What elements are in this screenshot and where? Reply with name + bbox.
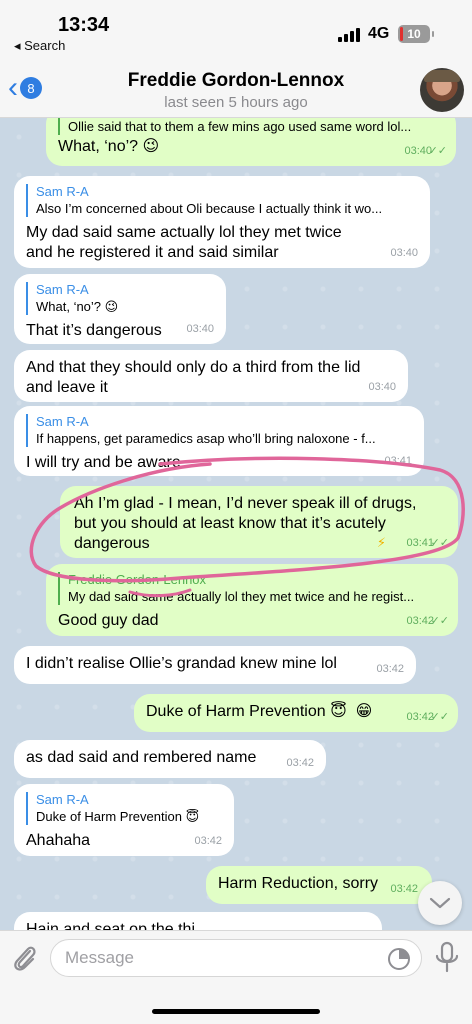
- reply-quote[interactable]: Freddie Gordon-Lennox My dad said same a…: [58, 572, 446, 605]
- message-text: What, ‘no’? 😉: [58, 138, 160, 155]
- reply-quote[interactable]: Ollie said that to them a few mins ago u…: [58, 118, 444, 135]
- reply-author: Sam R-A: [36, 282, 89, 297]
- message-bubble-out[interactable]: Harm Reduction, sorry 03:42: [206, 866, 432, 904]
- reply-author: Sam R-A: [36, 792, 89, 807]
- message-bubble-in[interactable]: Sam R-A If happens, get paramedics asap …: [14, 406, 424, 476]
- status-time: 13:34: [58, 14, 110, 36]
- message-bubble-in[interactable]: And that they should only do a third fro…: [14, 350, 408, 402]
- network-type: 4G: [368, 25, 390, 42]
- message-bubble-out[interactable]: Ah I’m glad - I mean, I’d never speak il…: [60, 486, 458, 558]
- double-check-icon: ✓✓: [428, 145, 447, 157]
- reply-quote[interactable]: Sam R-A Duke of Harm Prevention 😇: [26, 792, 222, 825]
- reply-author: Freddie Gordon-Lennox: [68, 572, 207, 587]
- message-bubble-in[interactable]: Sam R-A What, ‘no’? 😉 That it’s dangerou…: [14, 274, 226, 344]
- status-bar: 13:34 ◂ Search 4G 10: [0, 0, 472, 60]
- message-input[interactable]: [65, 940, 365, 976]
- home-indicator: [152, 1009, 320, 1014]
- message-bubble-in[interactable]: as dad said and rembered name 03:42: [14, 740, 326, 778]
- back-to-search-link[interactable]: ◂ Search: [14, 38, 65, 54]
- message-input-bar: [0, 930, 472, 1024]
- message-bubble-out[interactable]: Freddie Gordon-Lennox My dad said same a…: [46, 564, 458, 636]
- message-bubble-in[interactable]: Hain and seat op the thi: [14, 912, 382, 930]
- message-time: 03:42: [286, 757, 314, 769]
- double-check-icon: ✓✓: [430, 615, 449, 627]
- sticker-icon[interactable]: [387, 947, 411, 971]
- message-time: 03:40: [186, 323, 214, 335]
- microphone-icon[interactable]: [432, 941, 462, 975]
- message-bubble-out[interactable]: Duke of Harm Prevention 😇 😁 03:42 ✓✓: [134, 694, 458, 732]
- message-field[interactable]: [50, 939, 422, 977]
- chevron-down-icon: [429, 897, 451, 909]
- message-time: 03:42: [390, 883, 418, 895]
- message-text: I didn’t realise Ollie’s grandad knew mi…: [26, 655, 337, 672]
- message-text: Duke of Harm Prevention 😇 😁: [146, 703, 373, 720]
- last-seen: last seen 5 hours ago: [164, 94, 308, 111]
- signal-icon: [338, 28, 360, 42]
- lightning-icon: ⚡: [376, 535, 386, 550]
- message-text: Ah I’m glad - I mean, I’d never speak il…: [74, 495, 417, 552]
- message-text: Ahahaha: [26, 832, 91, 849]
- battery-percent: 10: [407, 27, 421, 41]
- message-bubble-in[interactable]: I didn’t realise Ollie’s grandad knew mi…: [14, 646, 416, 684]
- message-text: And that they should only do a third fro…: [26, 359, 361, 396]
- reply-quote[interactable]: Sam R-A Also I’m concerned about Oli bec…: [26, 184, 418, 217]
- paperclip-icon[interactable]: [8, 941, 42, 975]
- message-text: as dad said and rembered name: [26, 749, 257, 766]
- scroll-down-button[interactable]: [418, 881, 462, 925]
- message-list[interactable]: Ollie said that to them a few mins ago u…: [0, 118, 472, 930]
- reply-quote[interactable]: Sam R-A What, ‘no’? 😉: [26, 282, 214, 315]
- battery-level-fill: [400, 27, 403, 41]
- message-bubble-in[interactable]: Sam R-A Also I’m concerned about Oli bec…: [14, 176, 430, 268]
- message-text: I will try and be aware: [26, 454, 181, 471]
- message-text: Hain and seat op the thi: [26, 921, 196, 930]
- message-text: My dad said same actually lol they met t…: [26, 224, 342, 261]
- message-bubble-out[interactable]: Ollie said that to them a few mins ago u…: [46, 118, 456, 166]
- contact-name[interactable]: Freddie Gordon-Lennox: [0, 70, 472, 92]
- double-check-icon: ✓✓: [430, 711, 449, 723]
- reply-author: Sam R-A: [36, 414, 89, 429]
- message-time: 03:42: [376, 663, 404, 675]
- message-time: 03:42: [194, 835, 222, 847]
- message-text: Good guy dad: [58, 612, 159, 629]
- contact-avatar[interactable]: [420, 68, 464, 112]
- message-bubble-in[interactable]: Sam R-A Duke of Harm Prevention 😇 Ahahah…: [14, 784, 234, 856]
- reply-quote[interactable]: Sam R-A If happens, get paramedics asap …: [26, 414, 412, 447]
- message-time: 03:40: [390, 247, 418, 259]
- message-time: 03:40: [368, 381, 396, 393]
- double-check-icon: ✓✓: [430, 537, 449, 549]
- battery-icon: 10: [398, 25, 434, 43]
- chat-header: ‹ 8 Freddie Gordon-Lennox last seen 5 ho…: [0, 60, 472, 118]
- reply-author: Sam R-A: [36, 184, 89, 199]
- message-time: 03:41: [384, 455, 412, 467]
